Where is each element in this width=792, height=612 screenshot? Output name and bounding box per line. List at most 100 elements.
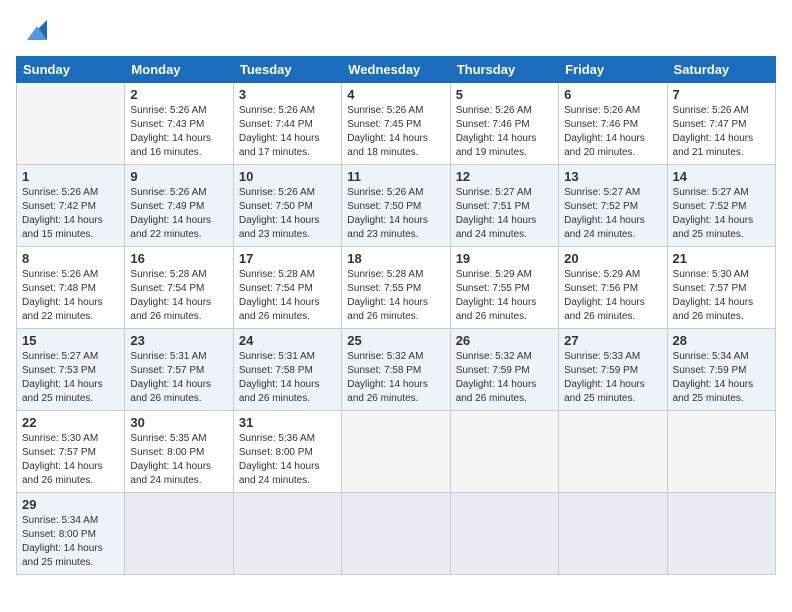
calendar-cell: 18Sunrise: 5:28 AMSunset: 7:55 PMDayligh… [342,247,450,329]
day-number: 30 [130,415,227,430]
day-detail: Sunrise: 5:27 AMSunset: 7:51 PMDaylight:… [456,186,553,242]
day-number: 24 [239,333,336,348]
day-detail: Sunrise: 5:31 AMSunset: 7:57 PMDaylight:… [130,350,227,406]
calendar-cell: 7 Sunrise: 5:26 AMSunset: 7:47 PMDaylight… [667,83,775,165]
calendar-cell: 27 Sunrise: 5:33 AMSunset: 7:59 PMDayligh… [559,329,667,411]
day-number: 4 [347,87,444,102]
calendar-cell: 24 Sunrise: 5:31 AMSunset: 7:58 PMDayligh… [233,329,341,411]
day-number: 23 [130,333,227,348]
day-number: 19 [456,251,553,266]
calendar-cell: 1 Sunrise: 5:26 AMSunset: 7:42 PMDaylight… [17,165,125,247]
day-detail: Sunrise: 5:27 AMSunset: 7:52 PMDaylight:… [673,186,770,242]
day-detail: Sunrise: 5:26 AMSunset: 7:48 PMDaylight:… [22,268,119,324]
day-number: 20 [564,251,661,266]
day-detail: Sunrise: 5:27 AMSunset: 7:53 PMDaylight:… [22,350,119,406]
calendar-header-row: SundayMondayTuesdayWednesdayThursdayFrid… [17,57,776,83]
day-number: 28 [673,333,770,348]
day-detail: Sunrise: 5:32 AMSunset: 7:58 PMDaylight:… [347,350,444,406]
calendar-cell: 15 Sunrise: 5:27 AMSunset: 7:53 PMDayligh… [17,329,125,411]
calendar-cell: 17 Sunrise: 5:28 AMSunset: 7:54 PMDayligh… [233,247,341,329]
calendar-cell [233,493,341,575]
calendar-cell: 28 Sunrise: 5:34 AMSunset: 7:59 PMDayligh… [667,329,775,411]
day-detail: Sunrise: 5:31 AMSunset: 7:58 PMDaylight:… [239,350,336,406]
day-detail: Sunrise: 5:28 AMSunset: 7:54 PMDaylight:… [130,268,227,324]
day-detail: Sunrise: 5:26 AMSunset: 7:43 PMDaylight:… [130,104,227,160]
day-detail: Sunrise: 5:26 AMSunset: 7:46 PMDaylight:… [564,104,661,160]
calendar-cell: 29Sunrise: 5:34 AMSunset: 8:00 PMDayligh… [17,493,125,575]
day-number: 27 [564,333,661,348]
day-detail: Sunrise: 5:32 AMSunset: 7:59 PMDaylight:… [456,350,553,406]
calendar-cell: 6 Sunrise: 5:26 AMSunset: 7:46 PMDaylight… [559,83,667,165]
day-number: 1 [22,169,119,184]
calendar-week-row: 15 Sunrise: 5:27 AMSunset: 7:53 PMDayligh… [17,329,776,411]
calendar-cell: 12 Sunrise: 5:27 AMSunset: 7:51 PMDayligh… [450,165,558,247]
calendar-cell: 22Sunrise: 5:30 AMSunset: 7:57 PMDayligh… [17,411,125,493]
day-number: 2 [130,87,227,102]
day-number: 17 [239,251,336,266]
calendar-cell [17,83,125,165]
calendar-cell [559,411,667,493]
day-detail: Sunrise: 5:33 AMSunset: 7:59 PMDaylight:… [564,350,661,406]
day-number: 3 [239,87,336,102]
day-detail: Sunrise: 5:34 AMSunset: 7:59 PMDaylight:… [673,350,770,406]
day-detail: Sunrise: 5:26 AMSunset: 7:42 PMDaylight:… [22,186,119,242]
day-number: 26 [456,333,553,348]
calendar-cell [125,493,233,575]
calendar-week-row: 29Sunrise: 5:34 AMSunset: 8:00 PMDayligh… [17,493,776,575]
header-monday: Monday [125,57,233,83]
day-detail: Sunrise: 5:36 AMSunset: 8:00 PMDaylight:… [239,432,336,488]
day-number: 22 [22,415,119,430]
day-detail: Sunrise: 5:26 AMSunset: 7:44 PMDaylight:… [239,104,336,160]
calendar-week-row: 8 Sunrise: 5:26 AMSunset: 7:48 PMDaylight… [17,247,776,329]
logo [16,16,51,44]
calendar-cell: 30Sunrise: 5:35 AMSunset: 8:00 PMDayligh… [125,411,233,493]
calendar-cell: 11Sunrise: 5:26 AMSunset: 7:50 PMDayligh… [342,165,450,247]
calendar-cell [450,411,558,493]
calendar-week-row: 22Sunrise: 5:30 AMSunset: 7:57 PMDayligh… [17,411,776,493]
day-number: 5 [456,87,553,102]
calendar-cell: 31 Sunrise: 5:36 AMSunset: 8:00 PMDayligh… [233,411,341,493]
calendar-cell: 4 Sunrise: 5:26 AMSunset: 7:45 PMDaylight… [342,83,450,165]
day-detail: Sunrise: 5:30 AMSunset: 7:57 PMDaylight:… [673,268,770,324]
calendar-cell: 19 Sunrise: 5:29 AMSunset: 7:55 PMDayligh… [450,247,558,329]
calendar-cell: 10 Sunrise: 5:26 AMSunset: 7:50 PMDayligh… [233,165,341,247]
header-tuesday: Tuesday [233,57,341,83]
day-detail: Sunrise: 5:26 AMSunset: 7:46 PMDaylight:… [456,104,553,160]
day-number: 25 [347,333,444,348]
calendar-cell: 5 Sunrise: 5:26 AMSunset: 7:46 PMDaylight… [450,83,558,165]
calendar-cell: 20 Sunrise: 5:29 AMSunset: 7:56 PMDayligh… [559,247,667,329]
calendar-table: SundayMondayTuesdayWednesdayThursdayFrid… [16,56,776,575]
header-sunday: Sunday [17,57,125,83]
day-number: 8 [22,251,119,266]
page-header [16,16,776,44]
calendar-cell [342,411,450,493]
day-detail: Sunrise: 5:29 AMSunset: 7:56 PMDaylight:… [564,268,661,324]
calendar-cell: 14Sunrise: 5:27 AMSunset: 7:52 PMDayligh… [667,165,775,247]
calendar-cell [450,493,558,575]
day-number: 31 [239,415,336,430]
header-thursday: Thursday [450,57,558,83]
calendar-cell: 3 Sunrise: 5:26 AMSunset: 7:44 PMDaylight… [233,83,341,165]
day-number: 29 [22,497,119,512]
day-number: 7 [673,87,770,102]
day-number: 6 [564,87,661,102]
header-friday: Friday [559,57,667,83]
day-detail: Sunrise: 5:28 AMSunset: 7:55 PMDaylight:… [347,268,444,324]
day-number: 12 [456,169,553,184]
day-detail: Sunrise: 5:26 AMSunset: 7:50 PMDaylight:… [239,186,336,242]
day-number: 15 [22,333,119,348]
day-number: 13 [564,169,661,184]
day-number: 9 [130,169,227,184]
day-detail: Sunrise: 5:26 AMSunset: 7:45 PMDaylight:… [347,104,444,160]
day-detail: Sunrise: 5:26 AMSunset: 7:47 PMDaylight:… [673,104,770,160]
calendar-cell: 23 Sunrise: 5:31 AMSunset: 7:57 PMDayligh… [125,329,233,411]
day-detail: Sunrise: 5:26 AMSunset: 7:49 PMDaylight:… [130,186,227,242]
calendar-cell: 8 Sunrise: 5:26 AMSunset: 7:48 PMDaylight… [17,247,125,329]
day-detail: Sunrise: 5:28 AMSunset: 7:54 PMDaylight:… [239,268,336,324]
day-detail: Sunrise: 5:29 AMSunset: 7:55 PMDaylight:… [456,268,553,324]
calendar-cell: 9 Sunrise: 5:26 AMSunset: 7:49 PMDaylight… [125,165,233,247]
calendar-cell [667,493,775,575]
day-number: 10 [239,169,336,184]
header-wednesday: Wednesday [342,57,450,83]
calendar-cell: 21Sunrise: 5:30 AMSunset: 7:57 PMDayligh… [667,247,775,329]
